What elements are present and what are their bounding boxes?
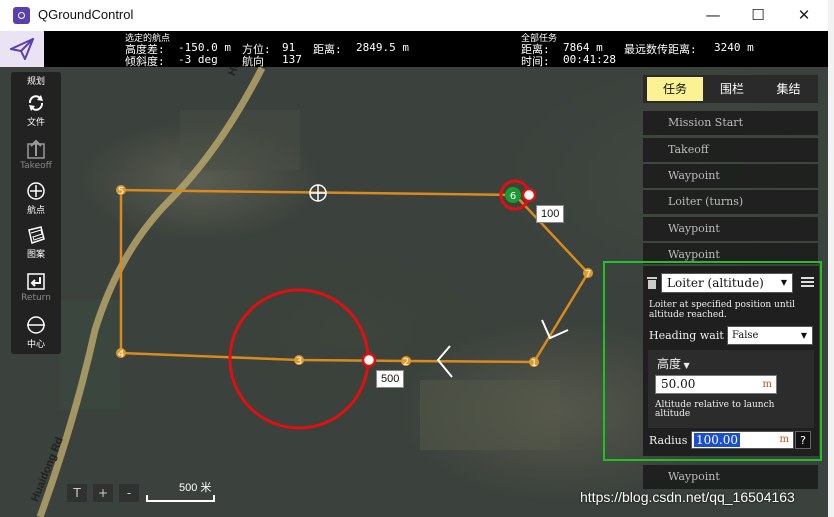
loiter-radius-label: 100: [536, 205, 565, 223]
sync-icon: [28, 95, 44, 111]
scale-label: 500 米: [179, 482, 212, 494]
takeoff-icon: [27, 139, 45, 159]
window-title: QGroundControl: [38, 7, 134, 22]
time-label: 时间:: [521, 55, 550, 68]
maximize-button[interactable]: ☐: [738, 3, 778, 28]
mission-item-takeoff[interactable]: Takeoff: [643, 138, 818, 162]
background-window-edge: [828, 0, 834, 517]
waypoint-label-4: 4: [118, 349, 124, 360]
gradient-label: 倾斜度:: [125, 55, 165, 68]
takeoff-button[interactable]: Takeoff: [11, 138, 61, 178]
add-waypoint-button[interactable]: 航点: [11, 180, 61, 220]
zoom-tilt-button[interactable]: T: [67, 484, 87, 502]
max-telemetry-label: 最远数传距离:: [624, 43, 697, 56]
waypoint-label-5: 5: [118, 186, 124, 197]
zoom-in-button[interactable]: +: [93, 484, 113, 502]
minimize-button[interactable]: —: [693, 3, 733, 28]
time-value: 00:41:28: [563, 53, 616, 66]
gradient-value: -3 deg: [178, 53, 218, 66]
waypoint-label-2: 2: [403, 357, 409, 368]
pattern-label: 图案: [26, 250, 45, 260]
scale-bar: [146, 495, 215, 502]
max-telemetry-value: 3240 m: [714, 41, 754, 54]
mission-item-loiter-turns[interactable]: Loiter (turns): [643, 190, 818, 214]
app-icon: [13, 7, 30, 24]
pattern-button[interactable]: 图案: [11, 224, 61, 264]
center-label: 中心: [26, 340, 45, 350]
mission-path: [119, 188, 590, 364]
highlight-frame: [603, 261, 822, 461]
center-icon: [27, 316, 45, 334]
radius-handle-500: [361, 352, 377, 368]
tab-fence[interactable]: 围栏: [704, 77, 760, 101]
plan-toolbar: 选定的航点 高度差: -150.0 m 倾斜度: -3 deg 方位: 91 航…: [0, 31, 828, 68]
mission-item-waypoint[interactable]: Waypoint: [643, 217, 818, 241]
return-label: Return: [21, 293, 51, 303]
file-button[interactable]: 文件: [11, 92, 61, 132]
file-button-label: 文件: [26, 118, 45, 128]
waypoint-label-6: 6: [510, 191, 516, 202]
heading-value: 137: [282, 53, 302, 66]
tab-rally[interactable]: 集结: [761, 77, 816, 101]
paper-plane-icon: [10, 38, 34, 60]
waypoint-label-3: 3: [296, 356, 302, 367]
plan-header: 规划: [26, 77, 45, 87]
waypoint-label-7: 7: [585, 269, 591, 280]
return-button[interactable]: Return: [11, 270, 61, 310]
distance-value: 2849.5 m: [356, 41, 409, 54]
mission-item-waypoint[interactable]: Waypoint: [643, 164, 818, 188]
pattern-icon: [28, 226, 45, 244]
watermark: https://blog.csdn.net/qq_16504163: [580, 489, 795, 505]
mission-item-start[interactable]: Mission Start: [643, 111, 818, 135]
distance-label: 距离:: [313, 43, 342, 56]
return-icon: [27, 273, 45, 290]
waypoint-label-1: 1: [531, 358, 537, 369]
add-waypoint-label: 航点: [26, 206, 45, 216]
tab-mission[interactable]: 任务: [647, 77, 703, 101]
close-button[interactable]: ✕: [784, 3, 824, 28]
waypoint-add-icon: [27, 182, 45, 200]
center-button[interactable]: 中心: [11, 314, 61, 354]
plan-view-button[interactable]: [0, 31, 44, 67]
mission-tabs: 任务 围栏 集结: [643, 75, 818, 103]
radius-handle-100: [521, 187, 537, 203]
loiter-radius-label: 500: [376, 370, 405, 388]
mission-item-waypoint[interactable]: Waypoint: [643, 465, 818, 489]
window-titlebar: QGroundControl — ☐ ✕: [0, 0, 834, 31]
heading-label: 航向: [242, 55, 264, 68]
plan-tools-bar: 规划 文件 Takeoff 航点 图案 Return 中心: [11, 72, 61, 354]
takeoff-button-label: Takeoff: [20, 161, 52, 171]
zoom-out-button[interactable]: -: [119, 484, 139, 502]
